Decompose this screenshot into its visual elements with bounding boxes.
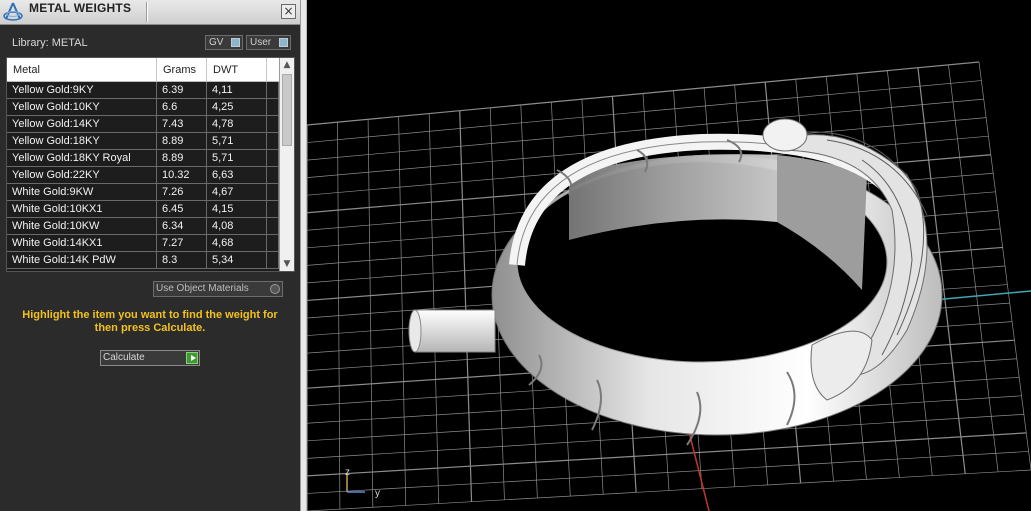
grams-cell: 8.3 <box>157 252 207 268</box>
axis-y-label: y <box>375 488 380 499</box>
metal-cell: Yellow Gold:9KY <box>7 82 157 98</box>
metal-cell: White Gold:14K PdW <box>7 252 157 268</box>
metal-table: Metal Grams DWT Yellow Gold:9KY 6.39 4,11 Y… <box>6 57 295 272</box>
scroll-thumb[interactable] <box>282 74 292 146</box>
grams-cell: 6.39 <box>157 82 207 98</box>
grams-cell: 6.6 <box>157 99 207 115</box>
library-label: Library: METAL <box>12 37 88 49</box>
table-header: Metal Grams DWT <box>7 58 279 82</box>
use-object-materials-option[interactable]: Use Object Materials <box>153 281 283 297</box>
spacer-cell <box>267 235 279 251</box>
grams-cell: 6.45 <box>157 201 207 217</box>
metal-cell: Yellow Gold:18KY Royal <box>7 150 157 166</box>
play-arrow-icon <box>186 352 198 364</box>
scroll-down-arrow-icon[interactable]: ▼ <box>280 257 294 271</box>
column-header-spacer <box>267 58 279 82</box>
table-row[interactable]: Yellow Gold:9KY 6.39 4,11 <box>7 82 279 99</box>
spacer-cell <box>267 201 279 217</box>
spacer-cell <box>267 167 279 183</box>
dwt-cell: 4,67 <box>207 184 267 200</box>
dwt-cell: 4,78 <box>207 116 267 132</box>
table-row[interactable]: Yellow Gold:22KY 10.32 6,63 <box>7 167 279 184</box>
grams-cell: 7.26 <box>157 184 207 200</box>
column-header-metal[interactable]: Metal <box>7 58 157 82</box>
metal-cell: Yellow Gold:14KY <box>7 116 157 132</box>
grams-cell: 7.43 <box>157 116 207 132</box>
table-body: Yellow Gold:9KY 6.39 4,11 Yellow Gold:10KY 6… <box>7 82 279 269</box>
metal-cell: White Gold:10KX1 <box>7 201 157 217</box>
calculate-label: Calculate <box>103 352 145 363</box>
panel-divider[interactable] <box>300 0 307 511</box>
grid-line <box>307 469 1031 511</box>
close-button[interactable]: × <box>281 4 296 19</box>
table-row[interactable]: Yellow Gold:10KY 6.6 4,25 <box>7 99 279 116</box>
table-row[interactable]: White Gold:14KX1 7.27 4,68 <box>7 235 279 252</box>
dwt-cell: 4,11 <box>207 82 267 98</box>
use-object-materials-label: Use Object Materials <box>156 283 249 294</box>
user-toggle[interactable]: User <box>246 35 291 50</box>
spacer-cell <box>267 116 279 132</box>
user-toggle-label: User <box>250 37 272 48</box>
spacer-cell <box>267 218 279 234</box>
axis-z-label: z <box>345 467 350 478</box>
metal-cell: White Gold:10KW <box>7 218 157 234</box>
dwt-cell: 4,08 <box>207 218 267 234</box>
spacer-cell <box>267 252 279 268</box>
gv-toggle-label: GV <box>209 37 224 48</box>
spacer-cell <box>267 133 279 149</box>
table-row[interactable]: Yellow Gold:18KY Royal 8.89 5,71 <box>7 150 279 167</box>
grams-cell: 10.32 <box>157 167 207 183</box>
gv-toggle[interactable]: GV <box>205 35 243 50</box>
toggle-knob-icon <box>279 38 288 47</box>
toggle-knob-icon <box>231 38 240 47</box>
grid-line <box>307 451 1029 494</box>
table-row[interactable]: Yellow Gold:18KY 8.89 5,71 <box>7 133 279 150</box>
dwt-cell: 4,68 <box>207 235 267 251</box>
table-row[interactable]: White Gold:14K PdW 8.3 5,34 <box>7 252 279 269</box>
metal-cell: White Gold:9KW <box>7 184 157 200</box>
grams-cell: 8.89 <box>157 150 207 166</box>
panel-title: METAL WEIGHTS <box>29 1 132 15</box>
scroll-up-arrow-icon[interactable]: ▲ <box>280 58 294 72</box>
table-row[interactable]: White Gold:10KX1 6.45 4,15 <box>7 201 279 218</box>
grams-cell: 7.27 <box>157 235 207 251</box>
dwt-cell: 4,15 <box>207 201 267 217</box>
grid-line <box>978 61 1031 471</box>
dwt-cell: 5,71 <box>207 150 267 166</box>
metal-cell: Yellow Gold:10KY <box>7 99 157 115</box>
spacer-cell <box>267 184 279 200</box>
instruction-text: Highlight the item you want to find the … <box>22 309 278 334</box>
spacer-cell <box>267 82 279 98</box>
title-separator <box>146 2 148 22</box>
app-logo-icon <box>3 2 23 21</box>
table-scrollbar[interactable]: ▲ ▼ <box>279 58 294 271</box>
table-row[interactable]: Yellow Gold:14KY 7.43 4,78 <box>7 116 279 133</box>
metal-cell: White Gold:14KX1 <box>7 235 157 251</box>
dwt-cell: 5,71 <box>207 133 267 149</box>
radio-icon <box>270 284 280 294</box>
metal-cell: Yellow Gold:18KY <box>7 133 157 149</box>
metal-cell: Yellow Gold:22KY <box>7 167 157 183</box>
viewport-canvas[interactable]: z y <box>307 0 1031 511</box>
dwt-cell: 5,34 <box>207 252 267 268</box>
spacer-cell <box>267 99 279 115</box>
grams-cell: 8.89 <box>157 133 207 149</box>
grid-line <box>948 64 999 472</box>
table-row[interactable]: White Gold:10KW 6.34 4,08 <box>7 218 279 235</box>
column-header-dwt[interactable]: DWT <box>207 58 267 82</box>
ring-model[interactable] <box>408 118 943 446</box>
table-row[interactable]: White Gold:9KW 7.26 4,67 <box>7 184 279 201</box>
metal-weights-panel: METAL WEIGHTS × Library: METAL GV User M… <box>0 0 300 511</box>
panel-titlebar: METAL WEIGHTS × <box>0 0 300 25</box>
column-header-grams[interactable]: Grams <box>157 58 207 82</box>
calculate-button[interactable]: Calculate <box>100 350 200 366</box>
spacer-cell <box>267 150 279 166</box>
3d-viewport[interactable]: z y <box>307 0 1031 511</box>
dwt-cell: 4,25 <box>207 99 267 115</box>
dwt-cell: 6,63 <box>207 167 267 183</box>
grams-cell: 6.34 <box>157 218 207 234</box>
grid-line <box>307 432 1027 477</box>
